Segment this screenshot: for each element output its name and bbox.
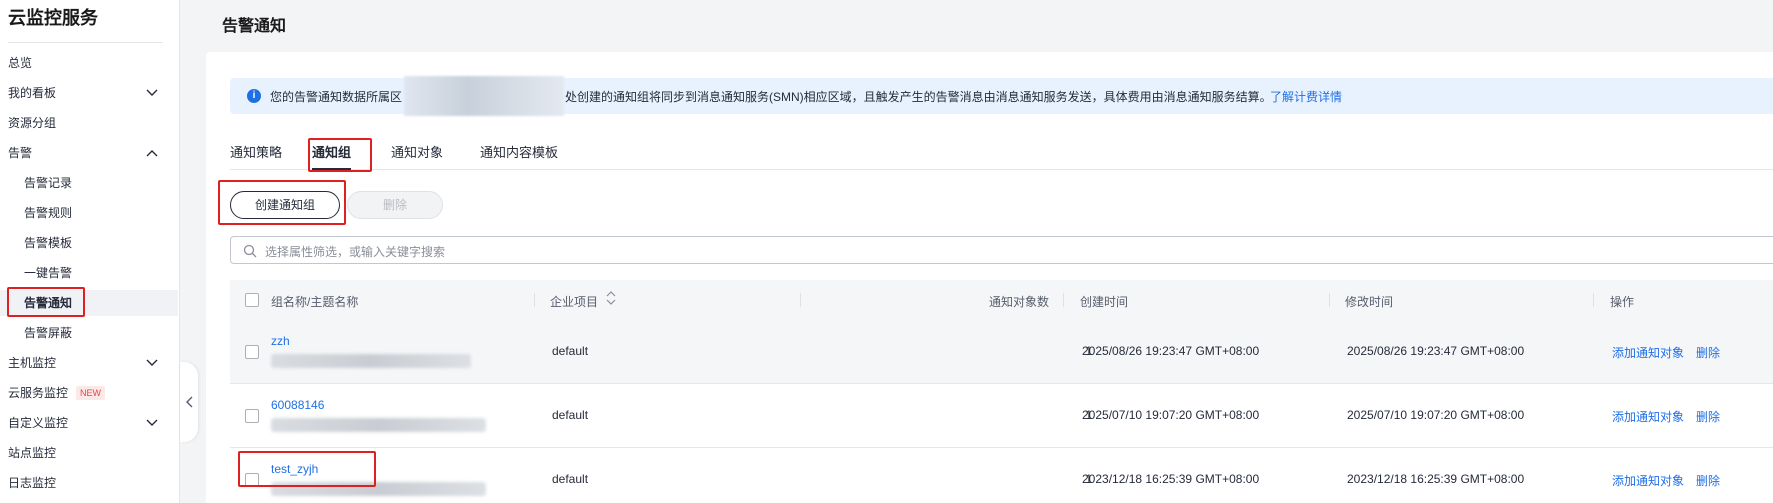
sidebar-item-label: 告警模板 — [24, 236, 73, 250]
modified-time-cell: 2023/12/18 16:25:39 GMT+08:00 — [1347, 472, 1525, 486]
row-checkbox[interactable] — [245, 345, 259, 359]
billing-details-link[interactable]: 了解计费详情 — [1270, 88, 1342, 105]
delete-link[interactable]: 删除 — [1696, 344, 1720, 361]
project-cell: default — [552, 408, 589, 422]
column-header-created: 创建时间 — [1080, 295, 1129, 309]
sidebar-item-label: 总览 — [8, 56, 33, 70]
redacted-topic-name — [271, 482, 486, 496]
page-title: 告警通知 — [222, 18, 287, 35]
sort-icon[interactable] — [606, 291, 616, 308]
group-name-link[interactable]: zzh — [271, 334, 290, 348]
sidebar-item-label: 告警规则 — [24, 206, 73, 220]
redacted-topic-name — [271, 354, 471, 368]
banner-text: 处创建的通知组将同步到消息通知服务(SMN)相应区域，且触发产生的告警消息由消息… — [565, 90, 1272, 104]
sidebar-item-label: 主机监控 — [8, 356, 57, 370]
search-placeholder: 选择属性筛选，或输入关键字搜索 — [265, 245, 446, 259]
sidebar-item-host-monitoring[interactable]: 主机监控 — [0, 350, 178, 376]
sidebar-item-overview[interactable]: 总览 — [0, 50, 178, 76]
info-banner: i 您的告警通知数据所属区 处创建的通知组将同步到消息通知服务(SMN)相应区域… — [230, 76, 1773, 116]
project-cell: default — [552, 472, 589, 486]
table-row: test_zyjh default 1 2023/12/18 16:25:39 … — [230, 448, 1773, 503]
column-divider — [1329, 293, 1330, 307]
tab-notification-object[interactable]: 通知对象 — [391, 142, 443, 170]
created-time-cell: 2025/08/26 19:23:47 GMT+08:00 — [1082, 344, 1260, 358]
sidebar-item-dashboards[interactable]: 我的看板 — [0, 80, 178, 106]
add-notification-object-link[interactable]: 添加通知对象 — [1612, 472, 1684, 489]
delete-link[interactable]: 删除 — [1696, 472, 1720, 489]
column-header-operations: 操作 — [1610, 295, 1635, 309]
sidebar-item-label: 告警通知 — [24, 296, 73, 310]
table-row: 60088146 default 1 2025/07/10 19:07:20 G… — [230, 384, 1773, 448]
sidebar-item-custom-monitoring[interactable]: 自定义监控 — [0, 410, 178, 436]
column-header-name: 组名称/主题名称 — [271, 295, 359, 309]
group-name-link[interactable]: 60088146 — [271, 398, 324, 412]
chevron-up-icon — [144, 140, 160, 166]
info-icon: i — [247, 89, 261, 103]
column-header-object-count: 通知对象数 — [989, 295, 1050, 309]
chevron-down-icon — [144, 80, 160, 106]
tab-notification-template[interactable]: 通知内容模板 — [480, 142, 558, 170]
tab-notification-group[interactable]: 通知组 — [312, 142, 352, 170]
tab-notification-policy[interactable]: 通知策略 — [230, 142, 282, 170]
chevron-down-icon — [144, 350, 160, 376]
column-divider — [1593, 293, 1594, 307]
search-icon — [243, 244, 257, 258]
project-cell: default — [552, 344, 589, 358]
row-checkbox[interactable] — [245, 473, 259, 487]
tab-bar: 通知策略 通知组 通知对象 通知内容模板 — [230, 138, 1773, 170]
modified-time-cell: 2025/07/10 19:07:20 GMT+08:00 — [1347, 408, 1525, 422]
add-notification-object-link[interactable]: 添加通知对象 — [1612, 408, 1684, 425]
sidebar-item-label: 我的看板 — [8, 86, 57, 100]
sidebar-item-resource-groups[interactable]: 资源分组 — [0, 110, 178, 136]
modified-time-cell: 2025/08/26 19:23:47 GMT+08:00 — [1347, 344, 1525, 358]
created-time-cell: 2023/12/18 16:25:39 GMT+08:00 — [1082, 472, 1260, 486]
column-divider — [1063, 293, 1064, 307]
sidebar-item-alarm[interactable]: 告警 — [0, 140, 178, 166]
sidebar-item-alarm-templates[interactable]: 告警模板 — [0, 230, 178, 256]
sidebar-item-label: 一键告警 — [24, 266, 73, 280]
select-all-checkbox[interactable] — [245, 293, 259, 307]
sidebar-item-label: 告警记录 — [24, 176, 73, 190]
sidebar-item-label: 自定义监控 — [8, 416, 69, 430]
group-name-link[interactable]: test_zyjh — [271, 462, 318, 476]
delete-link[interactable]: 删除 — [1696, 408, 1720, 425]
sidebar-item-label: 日志监控 — [8, 476, 57, 490]
divider — [8, 42, 163, 43]
delete-button[interactable]: 删除 — [347, 191, 443, 219]
sidebar-item-alarm-rules[interactable]: 告警规则 — [0, 200, 178, 226]
sidebar-item-one-click-alarm[interactable]: 一键告警 — [0, 260, 178, 286]
sidebar-title: 云监控服务 — [8, 8, 98, 28]
create-group-button[interactable]: 创建通知组 — [230, 191, 340, 219]
chevron-left-icon — [186, 396, 193, 408]
sidebar-item-alarm-masking[interactable]: 告警屏蔽 — [0, 320, 178, 346]
sidebar-collapse-button[interactable] — [180, 362, 198, 442]
row-checkbox[interactable] — [245, 409, 259, 423]
redacted-region — [404, 76, 564, 116]
sidebar: 云监控服务 总览 我的看板 资源分组 告警 告警记录 告警规则 告警模板 一键告… — [0, 0, 180, 503]
sidebar-item-label: 资源分组 — [8, 116, 57, 130]
table-row: zzh default 1 2025/08/26 19:23:47 GMT+08… — [230, 320, 1773, 384]
add-notification-object-link[interactable]: 添加通知对象 — [1612, 344, 1684, 361]
sidebar-item-label: 告警 — [8, 146, 33, 160]
redacted-topic-name — [271, 418, 486, 432]
sidebar-item-label: 云服务监控 — [8, 386, 69, 400]
sidebar-item-log-monitoring[interactable]: 日志监控 — [0, 470, 178, 496]
sidebar-item-cloud-service-monitoring[interactable]: 云服务监控 NEW — [0, 380, 178, 406]
column-header-modified: 修改时间 — [1345, 295, 1394, 309]
sidebar-item-site-monitoring[interactable]: 站点监控 — [0, 440, 178, 466]
table-header: 组名称/主题名称 企业项目 通知对象数 创建时间 修改时间 操作 — [230, 280, 1773, 320]
sidebar-item-label: 告警屏蔽 — [24, 326, 73, 340]
column-divider — [534, 293, 535, 307]
sidebar-item-alarm-notification[interactable]: 告警通知 — [0, 290, 178, 316]
search-input[interactable]: 选择属性筛选，或输入关键字搜索 — [230, 236, 1773, 264]
column-header-project: 企业项目 — [550, 295, 599, 309]
banner-text: 您的告警通知数据所属区 — [270, 90, 403, 104]
new-badge: NEW — [76, 386, 105, 400]
created-time-cell: 2025/07/10 19:07:20 GMT+08:00 — [1082, 408, 1260, 422]
sidebar-item-label: 站点监控 — [8, 446, 57, 460]
column-divider — [800, 293, 801, 307]
chevron-down-icon — [144, 410, 160, 436]
sidebar-item-alarm-records[interactable]: 告警记录 — [0, 170, 178, 196]
